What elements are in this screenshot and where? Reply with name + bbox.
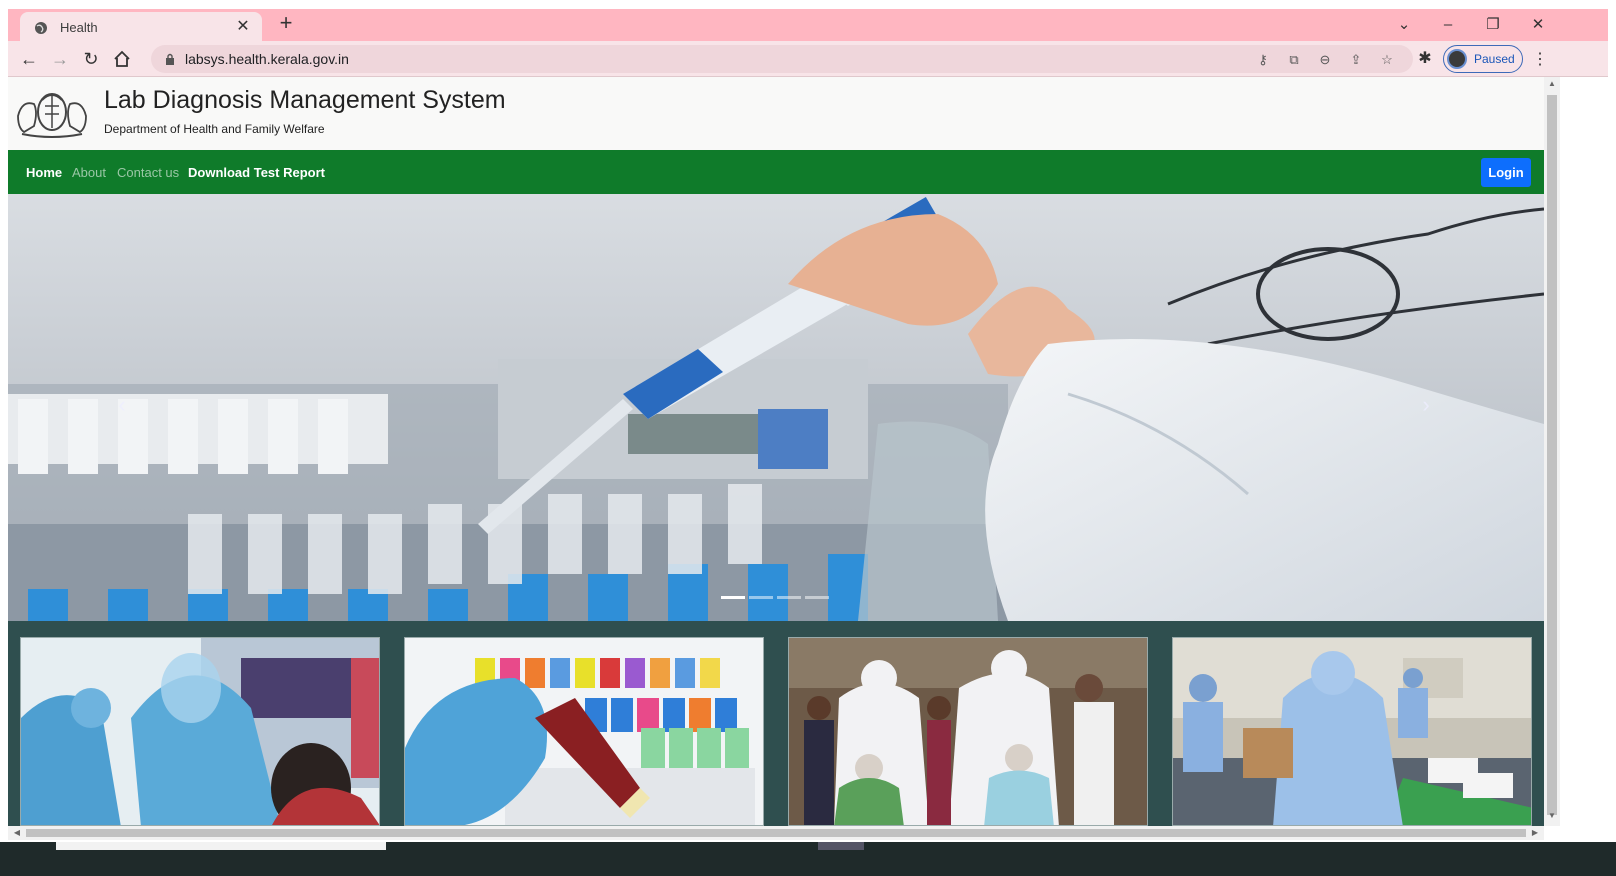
globe-icon [35,22,47,34]
site-header: Lab Diagnosis Management System Departme… [8,77,1544,150]
home-icon[interactable] [110,47,134,71]
nav-link-about[interactable]: About [72,165,106,180]
browser-menu-icon[interactable]: ⋮ [1530,49,1550,69]
zoom-icon[interactable]: ⊖ [1316,51,1334,69]
card-lab-packaging[interactable] [1172,637,1532,826]
lab-pipette-photo [8,194,1544,621]
nav-link-contact[interactable]: Contact us [117,165,179,180]
carousel-prev-icon[interactable]: ‹ [112,392,132,420]
key-icon[interactable]: ⚷ [1254,51,1272,69]
reload-icon[interactable]: ↻ [79,47,103,71]
share-icon[interactable]: ⇪ [1347,51,1365,69]
covid-swab-test-photo [21,638,379,825]
browser-toolbar: ← → ↻ labsys.health.kerala.gov.in ⚷ ⧉ ⊖ … [8,41,1608,77]
taskbar-search-box[interactable] [56,842,386,850]
os-taskbar [0,842,1616,876]
restore-icon[interactable]: ❐ [1479,13,1507,37]
tab-search-chevron-icon[interactable]: ⌄ [1390,13,1418,37]
new-tab-button[interactable]: + [274,12,298,36]
url-text: labsys.health.kerala.gov.in [185,51,349,67]
open-in-app-icon[interactable]: ⧉ [1285,51,1303,69]
horizontal-scrollbar[interactable]: ◀ ▶ [8,826,1544,840]
minimize-icon[interactable]: – [1434,13,1462,37]
profile-button[interactable]: Paused [1443,45,1523,73]
lock-icon [166,53,174,65]
tab-strip: Health ✕ + ⌄ – ❐ ✕ [8,9,1608,44]
page-viewport: Lab Diagnosis Management System Departme… [8,77,1544,826]
browser-tab[interactable]: Health ✕ [20,12,262,44]
kerala-emblem-logo [17,93,87,138]
nav-link-home[interactable]: Home [26,165,62,180]
login-button[interactable]: Login [1481,158,1531,187]
health-workers-ppe-photo [789,638,1147,825]
carousel-indicator-2[interactable] [749,596,773,599]
carousel-indicator-3[interactable] [777,596,801,599]
scroll-left-icon[interactable]: ◀ [10,826,24,840]
forward-arrow-icon[interactable]: → [48,47,72,71]
nav-link-download-test-report[interactable]: Download Test Report [188,165,325,180]
scroll-up-icon[interactable]: ▲ [1544,79,1560,93]
carousel-indicator-1[interactable] [721,596,745,599]
lab-worker-packaging-photo [1173,638,1531,825]
extensions-puzzle-icon[interactable]: ✱ [1413,47,1437,71]
card-blood-samples[interactable] [404,637,764,826]
taskbar-app[interactable] [818,842,864,850]
vertical-scrollbar[interactable]: ▲ ▼ [1544,77,1560,826]
back-arrow-icon[interactable]: ← [17,47,41,71]
address-bar[interactable]: labsys.health.kerala.gov.in ⚷ ⧉ ⊖ ⇪ ☆ [151,45,1413,73]
scroll-right-icon[interactable]: ▶ [1528,826,1542,840]
horizontal-scroll-thumb[interactable] [26,829,1526,837]
blood-sample-tubes-photo [405,638,763,825]
bookmark-star-icon[interactable]: ☆ [1378,51,1396,69]
window-close-icon[interactable]: ✕ [1524,13,1552,37]
scroll-down-icon[interactable]: ▼ [1544,811,1560,825]
tab-title: Health [60,20,98,35]
browser-window: Health ✕ + ⌄ – ❐ ✕ ← → ↻ labsys.health.k… [0,0,1616,876]
site-title: Lab Diagnosis Management System [104,86,506,114]
main-navbar: Home About Contact us Download Test Repo… [8,150,1544,194]
site-subtitle: Department of Health and Family Welfare [104,122,325,136]
tab-close-icon[interactable]: ✕ [234,18,252,36]
card-covid-swab[interactable] [20,637,380,826]
carousel-next-icon[interactable]: › [1416,392,1436,420]
card-health-workers[interactable] [788,637,1148,826]
carousel-indicator-4[interactable] [805,596,829,599]
hero-carousel[interactable]: ‹ › [8,194,1544,621]
profile-status: Paused [1474,52,1515,66]
avatar [1447,49,1467,69]
vertical-scroll-thumb[interactable] [1547,95,1557,815]
